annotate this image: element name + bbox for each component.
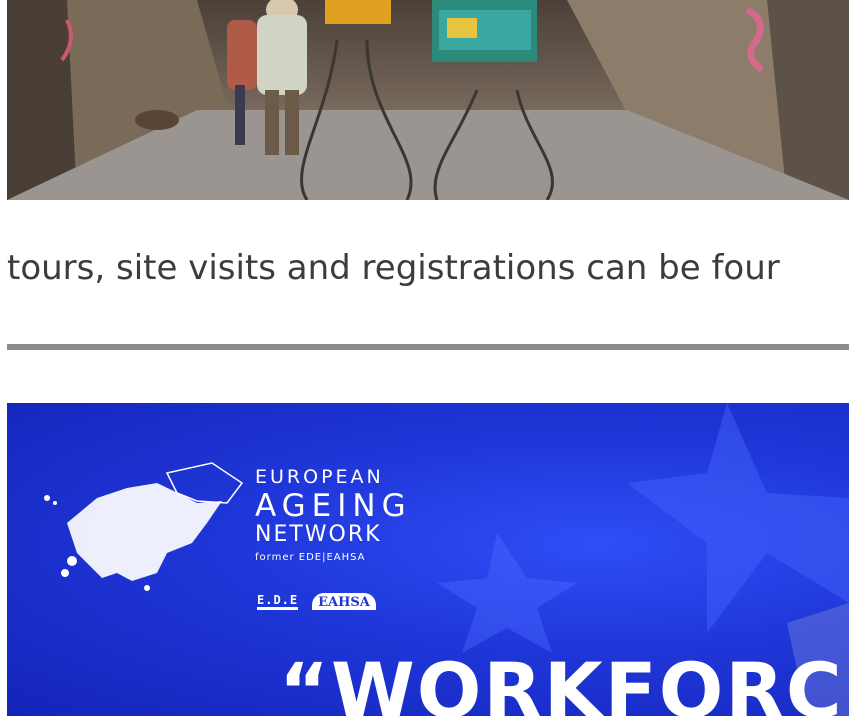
organization-name: EUROPEAN AGEING NETWORK former EDE|EAHSA: [255, 465, 412, 567]
europe-map-logo: [44, 462, 244, 591]
street-tram-photo: [7, 0, 849, 200]
eahsa-logo: EAHSA: [312, 593, 376, 610]
org-former-names: former EDE|EAHSA: [255, 552, 366, 563]
banner-headline: “WORKFORC: [279, 646, 844, 716]
intro-paragraph: tours, site visits and registrations can…: [7, 248, 780, 288]
org-name-line-3: NETWORK: [255, 522, 382, 547]
org-name-line-1: EUROPEAN: [255, 466, 384, 488]
org-name-line-2: AGEING: [255, 488, 412, 524]
horizontal-divider: [7, 344, 849, 350]
partner-logos: E.D.E EAHSA: [257, 593, 376, 610]
event-banner[interactable]: EUROPEAN AGEING NETWORK former EDE|EAHSA…: [7, 403, 849, 716]
photo-illustration: [7, 0, 849, 200]
ede-logo: E.D.E: [257, 593, 299, 610]
